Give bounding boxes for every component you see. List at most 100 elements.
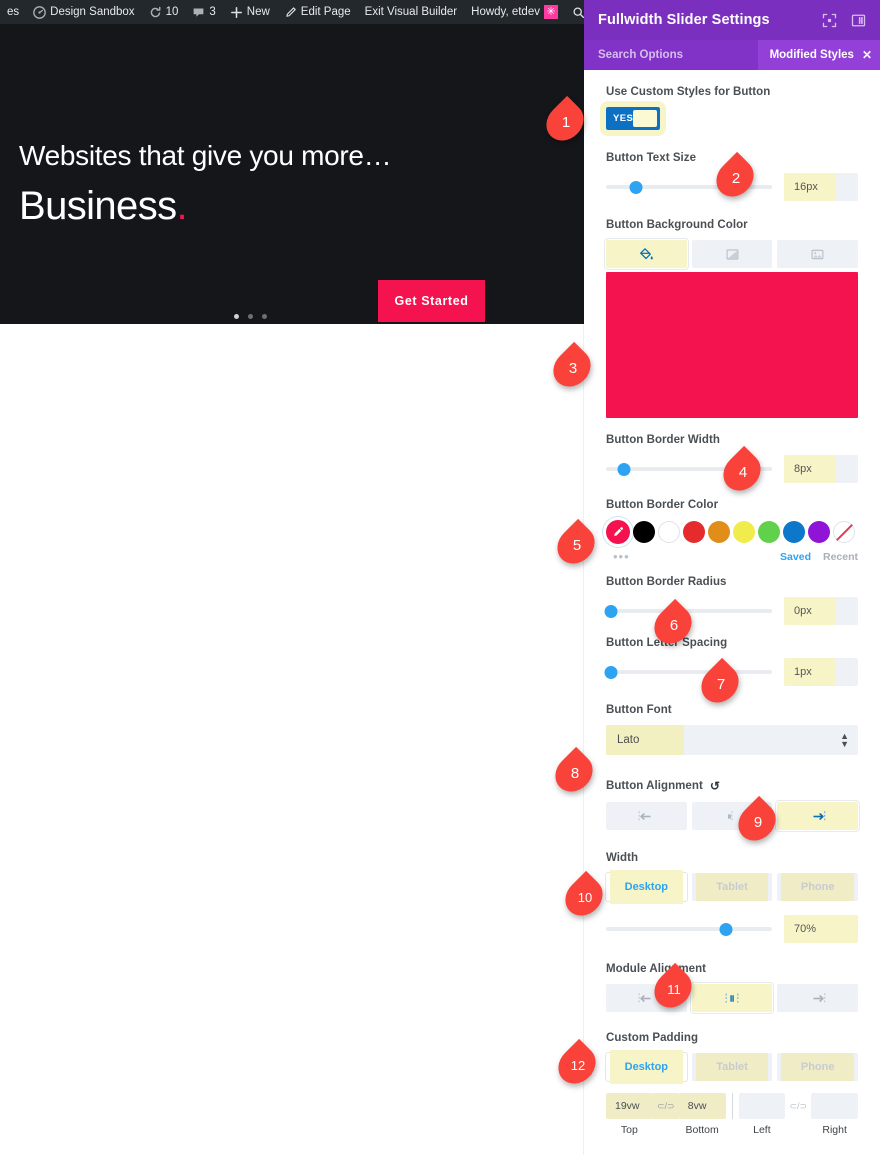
comments-icon [192, 6, 205, 19]
admin-bar-item-exit-visual-builder[interactable]: Exit Visual Builder [358, 0, 464, 24]
swatch-green[interactable] [758, 521, 780, 543]
module-alignment-tabs [606, 984, 859, 1012]
button-border-width-input[interactable]: 8px [784, 455, 858, 483]
option-custom-padding: Custom Padding Desktop Tablet Phone 19vw… [584, 1032, 880, 1136]
callout-marker-1: 1 [538, 95, 592, 149]
admin-bar-search[interactable] [565, 0, 592, 24]
solid-color-icon[interactable] [606, 240, 687, 268]
option-label-button-border-width: Button Border Width [606, 434, 720, 446]
button-text-size-input[interactable]: 16px [784, 173, 858, 201]
marker-number: 2 [731, 169, 741, 187]
image-icon[interactable] [777, 240, 859, 268]
width-input[interactable]: 70% [784, 915, 858, 943]
swatch-meta-row: ••• Saved Recent [606, 549, 858, 564]
button-text-size-value: 16px [794, 181, 818, 193]
modified-styles-filter[interactable]: Modified Styles ✕ [757, 40, 880, 70]
width-tab-desktop[interactable]: Desktop [606, 870, 687, 904]
link-top-bottom-icon[interactable]: ⊂/⊃ [652, 1093, 679, 1119]
custom-padding-fields: 19vw Top ⊂/⊃ 8vw Bottom Left ⊂/⊃ Right [606, 1093, 858, 1136]
width-tab-phone[interactable]: Phone [777, 873, 859, 901]
padding-cell-top: 19vw Top [606, 1093, 653, 1136]
swatch-transparent[interactable] [833, 521, 855, 543]
slider-track [606, 927, 772, 931]
admin-bar-edit-page-label: Edit Page [300, 6, 351, 18]
fullscreen-icon[interactable] [822, 13, 837, 28]
admin-bar-exit-vb-label: Exit Visual Builder [364, 6, 458, 18]
get-started-button[interactable]: Get Started [378, 280, 485, 322]
padding-bottom-input[interactable]: 8vw [678, 1093, 726, 1119]
slider-dot-3[interactable] [262, 314, 267, 319]
dashboard-icon [33, 5, 46, 19]
callout-marker-2: 2 [708, 151, 762, 205]
align-center-icon[interactable] [691, 984, 773, 1012]
search-input[interactable]: Search Options [584, 40, 758, 70]
slider-knob[interactable] [604, 665, 618, 679]
marker-number: 4 [738, 463, 748, 481]
width-value: 70% [794, 923, 817, 935]
admin-bar-item-new[interactable]: New [223, 0, 277, 24]
swatch-white[interactable] [658, 521, 680, 543]
swatch-blue[interactable] [783, 521, 805, 543]
admin-bar-item-sites[interactable]: es [0, 0, 26, 24]
admin-bar-item-design-sandbox[interactable]: Design Sandbox [26, 0, 141, 24]
use-custom-styles-toggle[interactable]: YES [600, 101, 666, 136]
swatch-black[interactable] [633, 521, 655, 543]
recent-colors-tab[interactable]: Recent [823, 551, 858, 563]
padding-bottom-caption: Bottom [685, 1124, 719, 1136]
align-right-icon[interactable] [777, 802, 859, 830]
admin-bar-item-edit-page[interactable]: Edit Page [277, 0, 358, 24]
slider-dot-1[interactable] [234, 314, 239, 319]
screenshot-root: es Design Sandbox 10 3 New Edit Page Exi… [0, 0, 880, 1155]
width-tab-tablet[interactable]: Tablet [691, 873, 773, 901]
button-border-radius-input[interactable]: 0px [784, 597, 858, 625]
admin-bar-sites-label: es [7, 6, 20, 18]
slider-knob[interactable] [617, 462, 631, 476]
padding-tab-phone[interactable]: Phone [777, 1053, 859, 1081]
slider-dot-2[interactable] [248, 314, 253, 319]
layout-icon[interactable] [851, 13, 866, 28]
close-icon[interactable]: ✕ [862, 48, 872, 62]
swatch-red[interactable] [683, 521, 705, 543]
slider-knob[interactable] [604, 604, 618, 618]
marker-number: 8 [570, 764, 580, 782]
width-tab-tablet-label: Tablet [695, 873, 769, 901]
button-border-radius-value: 0px [794, 605, 812, 617]
padding-left-input[interactable] [738, 1093, 786, 1119]
link-left-right-icon[interactable]: ⊂/⊃ [785, 1093, 811, 1119]
option-button-font: Button Font Lato ▲ ▼ [584, 704, 880, 755]
padding-tab-desktop[interactable]: Desktop [606, 1050, 687, 1084]
button-letter-spacing-slider[interactable] [604, 660, 772, 684]
align-left-icon[interactable] [606, 802, 687, 830]
width-slider[interactable] [606, 917, 772, 941]
padding-right-input[interactable] [811, 1093, 858, 1119]
padding-top-input[interactable]: 19vw [606, 1093, 653, 1119]
admin-bar-item-comments[interactable]: 3 [185, 0, 222, 24]
button-alignment-label-text: Button Alignment [606, 780, 703, 792]
gradient-icon[interactable] [691, 240, 773, 268]
avatar: ✳ [543, 5, 558, 19]
slider-knob[interactable] [629, 180, 643, 194]
button-font-select[interactable]: Lato ▲ ▼ [606, 725, 858, 755]
admin-bar-my-account[interactable]: Howdy, etdev ✳ [464, 0, 565, 24]
saved-colors-tab[interactable]: Saved [780, 551, 811, 563]
marker-number: 10 [577, 889, 593, 905]
swatch-yellow[interactable] [733, 521, 755, 543]
color-picker-button[interactable] [606, 520, 630, 544]
button-letter-spacing-input[interactable]: 1px [784, 658, 858, 686]
chevron-updown-icon: ▲ ▼ [840, 732, 858, 749]
callout-marker-10: 10 [557, 870, 611, 924]
marker-number: 6 [669, 616, 679, 634]
more-colors-icon[interactable]: ••• [606, 549, 630, 564]
align-right-icon[interactable] [777, 984, 859, 1012]
slider-pagination-dots[interactable] [234, 314, 267, 319]
width-tab-desktop-label: Desktop [610, 870, 683, 904]
swatch-orange[interactable] [708, 521, 730, 543]
button-background-color-swatch[interactable] [606, 272, 858, 418]
swatch-purple[interactable] [808, 521, 830, 543]
reset-icon[interactable]: ↺ [710, 779, 720, 793]
padding-tab-tablet[interactable]: Tablet [691, 1053, 773, 1081]
padding-cell-right: Right [811, 1093, 858, 1136]
slider-knob[interactable] [719, 922, 733, 936]
slider-track [606, 670, 772, 674]
admin-bar-item-updates[interactable]: 10 [142, 0, 186, 24]
